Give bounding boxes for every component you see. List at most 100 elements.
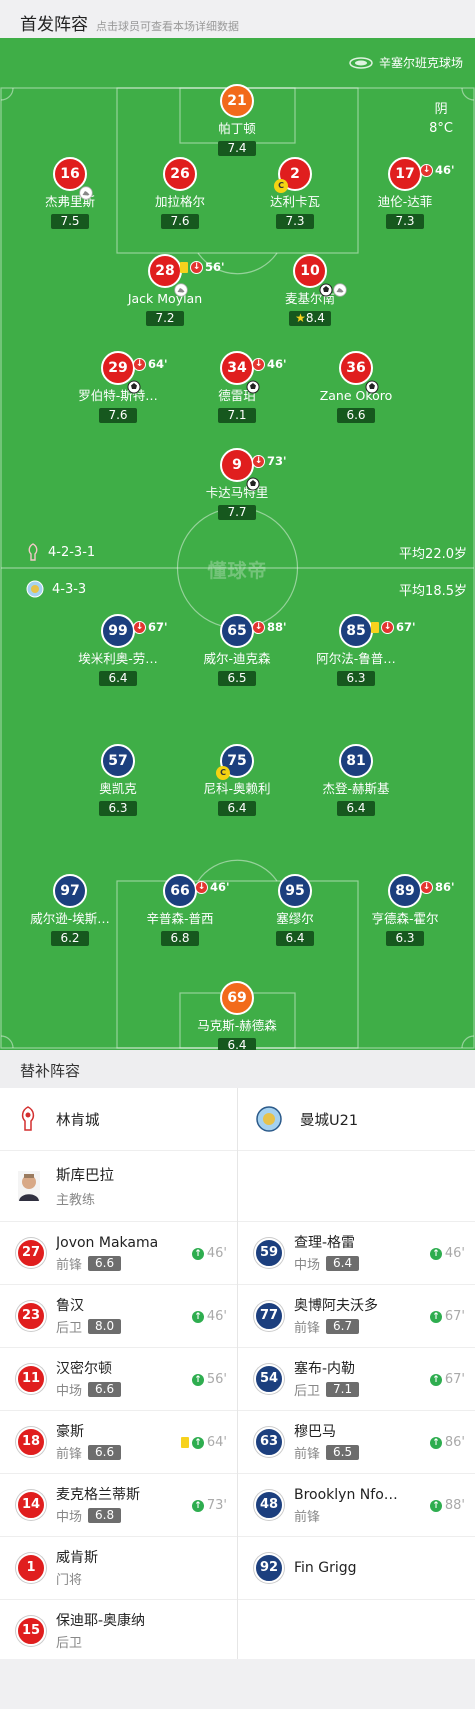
- sub-name: 汉密尔顿: [56, 1360, 112, 1377]
- sub-position: 后卫: [294, 1383, 321, 1399]
- home-sub-row[interactable]: 18 豪斯 前锋 6.6 ↑ 64': [0, 1411, 237, 1474]
- sub-number: 59: [254, 1238, 284, 1268]
- weather-condition: 阴: [434, 102, 448, 117]
- goal-icon: [319, 278, 333, 297]
- player-rating: 7.7: [218, 505, 256, 520]
- player-number: 65 ↓ 88': [220, 614, 287, 648]
- player-number: 21: [220, 84, 254, 118]
- player-events: ↓ 67': [371, 612, 416, 642]
- away-sub-row[interactable]: 92 Fin Grigg: [238, 1537, 475, 1600]
- player-number: 81: [339, 744, 373, 778]
- yellow-card-icon: [180, 261, 188, 273]
- away-sub-row[interactable]: 54 塞布-内勒 后卫 7.1 ↑ 67': [238, 1348, 475, 1411]
- sub-position: 门将: [56, 1572, 83, 1588]
- player-events: ↓ 86': [420, 872, 455, 902]
- player-events: ↓ 46': [252, 349, 287, 379]
- sub-off-icon: ↓: [381, 620, 394, 634]
- sub-name: 查理-格雷: [294, 1234, 356, 1251]
- sub-position: 中场: [56, 1509, 83, 1525]
- player-number: 28 ↓ 56': [148, 254, 225, 297]
- player-number: 69: [220, 981, 254, 1015]
- sub-position: 中场: [56, 1383, 83, 1399]
- home-player[interactable]: 28 ↓ 56' Jack Moylan 7.2: [100, 254, 230, 326]
- player-name: Zane Okoro: [319, 388, 393, 403]
- home-sub-row[interactable]: 27 Jovon Makama 前锋 6.6 ↑ 46': [0, 1222, 237, 1285]
- player-name: 威尔-迪克森: [203, 651, 271, 666]
- away-player[interactable]: 85 ↓ 67' 阿尔法-鲁普… 6.3: [291, 614, 421, 686]
- home-player[interactable]: 9 ↓ 73' 卡达马特里 7.7: [172, 448, 302, 520]
- away-coach-empty: [238, 1151, 475, 1222]
- player-name: 杰登-赫斯基: [322, 781, 390, 796]
- away-player[interactable]: 81 杰登-赫斯基 6.4: [291, 744, 421, 816]
- away-player[interactable]: 75 C 尼科-奥赖利 6.4: [172, 744, 302, 816]
- away-player[interactable]: 99 ↓ 67' 埃米利奥-劳… 6.4: [53, 614, 183, 686]
- sub-on-time: 67': [444, 1372, 465, 1387]
- away-sub-row[interactable]: 48 Brooklyn Nfo… 前锋 ↑ 88': [238, 1474, 475, 1537]
- home-sub-row[interactable]: 14 麦克格兰蒂斯 中场 6.8 ↑ 73': [0, 1474, 237, 1537]
- player-rating: ★8.4: [289, 311, 331, 326]
- sub-on-time: 46': [206, 1309, 227, 1324]
- sub-off-time: 46': [267, 357, 287, 371]
- home-sub-row[interactable]: 1 威肯斯 门将: [0, 1537, 237, 1600]
- player-number: 95: [278, 874, 312, 908]
- home-player[interactable]: 21 帕丁顿 7.4: [172, 84, 302, 156]
- away-player[interactable]: 66 ↓ 46' 辛普森-普西 6.8: [115, 874, 245, 946]
- away-sub-row[interactable]: 77 奥博阿夫沃多 前锋 6.7 ↑ 67': [238, 1285, 475, 1348]
- player-name: 罗伯特-斯特…: [78, 388, 158, 403]
- player-name: 辛普森-普西: [146, 911, 214, 926]
- home-sub-row[interactable]: 11 汉密尔顿 中场 6.6 ↑ 56': [0, 1348, 237, 1411]
- coach-role: 主教练: [56, 1193, 96, 1208]
- away-player[interactable]: 57 奥凯克 6.3: [53, 744, 183, 816]
- sub-name: Jovon Makama: [56, 1234, 159, 1251]
- sub-position: 前锋: [294, 1320, 321, 1336]
- sub-on-time: 88': [444, 1498, 465, 1513]
- sub-name: 奥博阿夫沃多: [294, 1297, 378, 1314]
- home-sub-row[interactable]: 15 保迪耶-奥康纳 后卫: [0, 1600, 237, 1663]
- away-player[interactable]: 69 马克斯-赫德森 6.4: [172, 981, 302, 1050]
- sub-on-info: ↑ 67': [429, 1309, 465, 1324]
- player-number: 36: [339, 351, 379, 394]
- home-player[interactable]: 26 加拉格尔 7.6: [115, 157, 245, 229]
- sub-off-icon: ↓: [133, 357, 146, 371]
- home-player[interactable]: 36 Zane Okoro 6.6: [291, 351, 421, 423]
- home-coach-row[interactable]: 斯库巴拉 主教练: [0, 1151, 237, 1222]
- stadium-icon: [349, 56, 373, 69]
- sub-on-icon: ↑: [191, 1436, 204, 1449]
- home-player[interactable]: 17 ↓ 46' 迪伦-达菲 7.3: [340, 157, 470, 229]
- assist-icon: [79, 181, 93, 200]
- sub-position: 后卫: [56, 1320, 83, 1336]
- player-rating: 6.3: [337, 671, 375, 686]
- sub-position: 前锋: [294, 1446, 321, 1462]
- venue-name: 辛塞尔班克球场: [378, 56, 463, 70]
- player-events: ↓ 56': [180, 252, 225, 282]
- home-player[interactable]: 29 ↓ 64' 罗伯特-斯特… 7.6: [53, 351, 183, 423]
- sub-number: 27: [16, 1238, 46, 1268]
- sub-on-info: ↑ 46': [429, 1246, 465, 1261]
- substitutes-section: 替补阵容 林肯城 斯库巴拉 主教练 27 Jovon Makama 前锋 6.6 ↑ 46…: [0, 1050, 475, 1663]
- sub-off-icon: ↓: [252, 357, 265, 371]
- home-sub-row[interactable]: 23 鲁汉 后卫 8.0 ↑ 46': [0, 1285, 237, 1348]
- venue: 辛塞尔班克球场: [349, 54, 463, 71]
- home-player[interactable]: 34 ↓ 46' 德雷珀 7.1: [172, 351, 302, 423]
- yellow-card-icon: [371, 621, 379, 633]
- sub-rating: 6.6: [88, 1255, 122, 1271]
- sub-position: 前锋: [56, 1446, 83, 1462]
- player-name: 帕丁顿: [218, 121, 256, 136]
- away-sub-row[interactable]: 59 查理-格雷 中场 6.4 ↑ 46': [238, 1222, 475, 1285]
- home-team-row[interactable]: 林肯城: [0, 1088, 237, 1151]
- sub-on-info: ↑ 73': [191, 1498, 227, 1513]
- away-sub-row[interactable]: 63 穆巴马 前锋 6.5 ↑ 86': [238, 1411, 475, 1474]
- player-name: 埃米利奥-劳…: [78, 651, 158, 666]
- player-rating: 7.5: [51, 214, 89, 229]
- away-player[interactable]: 89 ↓ 86' 亨德森-霍尔 6.3: [340, 874, 470, 946]
- away-player[interactable]: 65 ↓ 88' 威尔-迪克森 6.5: [172, 614, 302, 686]
- sub-name: 鲁汉: [56, 1297, 84, 1314]
- sub-number: 54: [254, 1364, 284, 1394]
- sub-on-time: 73': [206, 1498, 227, 1513]
- coach-avatar: [18, 1171, 40, 1201]
- sub-off-icon: ↓: [252, 620, 265, 634]
- sub-on-icon: ↑: [429, 1499, 442, 1512]
- away-team-row[interactable]: 曼城U21: [238, 1088, 475, 1151]
- home-player[interactable]: 10 麦基尔南 ★8.4: [245, 254, 375, 326]
- sub-name: Brooklyn Nfo…: [294, 1486, 398, 1503]
